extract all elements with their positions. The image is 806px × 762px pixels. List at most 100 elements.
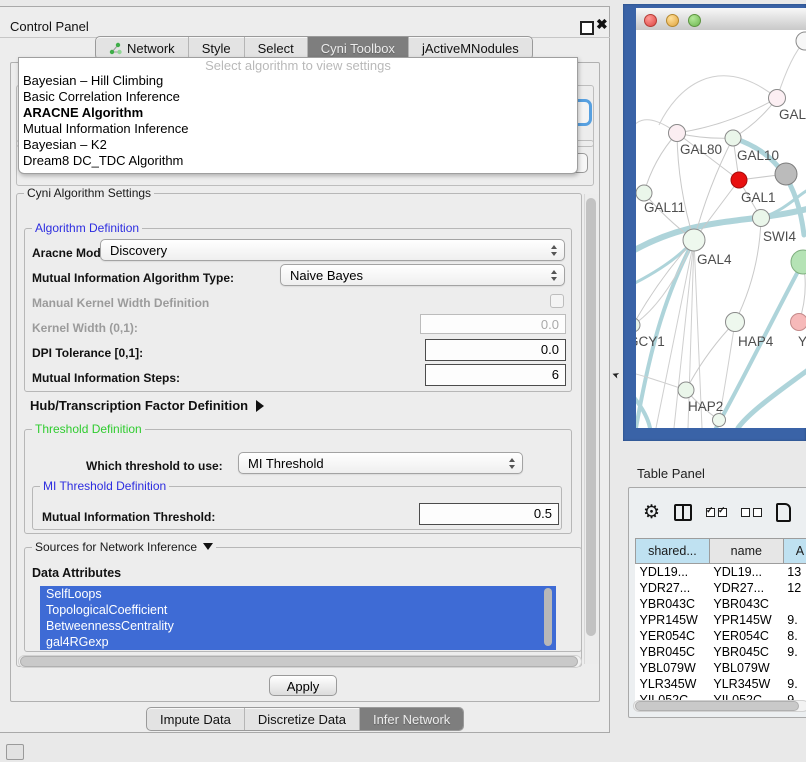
hub-definition-expander[interactable]: Hub/Transcription Factor Definition (30, 398, 264, 413)
table-cell: YDR27... (636, 580, 710, 596)
attribute-item[interactable]: SelfLoops (40, 586, 556, 602)
network-node-gal80[interactable] (669, 125, 686, 142)
table-row[interactable]: YER054CYER054C8. (636, 628, 806, 644)
dpi-tolerance-field[interactable]: 0.0 (425, 339, 566, 361)
close-panel-icon[interactable]: ✖ (596, 16, 608, 33)
mi-threshold-label: Mutual Information Threshold: (42, 510, 215, 524)
data-attributes-label: Data Attributes (32, 566, 121, 580)
attribute-item[interactable]: BetweennessCentrality (40, 618, 556, 634)
table-row[interactable]: YBR045CYBR045C9. (636, 644, 806, 660)
table-row[interactable]: YLR345WYLR345W9. (636, 676, 806, 692)
algorithm-option[interactable]: Basic Correlation Inference (19, 89, 577, 105)
table-toolbar: ⚙ (629, 488, 806, 536)
gear-icon[interactable]: ⚙ (643, 503, 660, 522)
table-cell: 12 (783, 580, 806, 596)
network-node-gal4[interactable] (683, 229, 705, 251)
attribute-item[interactable]: gal4RGexp (40, 634, 556, 650)
table-cell: YDL19... (636, 564, 710, 581)
apply-button[interactable]: Apply (269, 675, 337, 696)
network-node-gal11[interactable] (636, 185, 652, 201)
table-cell: YLR345W (709, 676, 783, 692)
float-window-icon[interactable] (580, 21, 594, 35)
combo-arrows-icon (551, 270, 564, 281)
network-node-hap4[interactable] (726, 313, 745, 332)
network-node-gal10[interactable] (725, 130, 741, 146)
network-node-gal[interactable] (769, 90, 786, 107)
node-table[interactable]: shared...nameAYDL19...YDL19...13YDR27...… (635, 538, 806, 708)
network-node-botnode[interactable] (713, 414, 726, 427)
mi-type-label: Mutual Information Algorithm Type: (32, 271, 234, 285)
tab-impute-data[interactable]: Impute Data (147, 708, 245, 730)
deselect-all-columns-icon[interactable] (741, 508, 762, 517)
close-window-icon[interactable] (644, 14, 657, 27)
mi-steps-field[interactable]: 6 (425, 364, 566, 386)
mi-steps-label: Mutual Information Steps: (32, 371, 180, 385)
algorithm-option[interactable]: Mutual Information Inference (19, 121, 577, 137)
table-row[interactable]: YBR043CYBR043C (636, 596, 806, 612)
network-canvas[interactable]: GALGAL80GAL10GAL1GAL11SWI4GAL4GCY1HAP4YH… (636, 30, 806, 428)
table-hscrollbar-thumb[interactable] (635, 701, 799, 711)
columns-icon[interactable] (674, 504, 692, 521)
collapse-arrow-icon[interactable] (203, 543, 213, 550)
table-panel: ⚙ shared...nameAYDL19...YDL19...13YDR27.… (628, 487, 806, 718)
zoom-window-icon[interactable] (688, 14, 701, 27)
kernel-width-field[interactable]: 0.0 (420, 314, 566, 334)
network-node-y[interactable] (791, 314, 806, 331)
tab-jactivemnodules[interactable]: jActiveMNodules (409, 37, 532, 59)
node-label: GAL11 (644, 200, 685, 215)
settings-scrollbar-thumb[interactable] (586, 198, 596, 636)
collapsed-panel-icon[interactable] (6, 744, 24, 760)
which-threshold-combo[interactable]: MI Threshold (238, 452, 523, 474)
table-row[interactable]: YBL079WYBL079W (636, 660, 806, 676)
mi-threshold-field[interactable]: 0.5 (419, 503, 559, 525)
network-node-topedge[interactable] (796, 32, 806, 50)
network-node-gal1[interactable] (731, 172, 747, 188)
mi-threshold-group-title: MI Threshold Definition (40, 479, 169, 493)
network-node-swi4[interactable] (753, 210, 770, 227)
network-edge[interactable] (735, 218, 761, 322)
attribute-item[interactable]: TopologicalCoefficient (40, 602, 556, 618)
manual-kernel-label: Manual Kernel Width Definition (32, 296, 209, 310)
table-cell: YDR27... (709, 580, 783, 596)
network-node-hap2[interactable] (678, 382, 694, 398)
column-header[interactable]: A (783, 539, 806, 564)
table-row[interactable]: YDL19...YDL19...13 (636, 564, 806, 581)
network-window-titlebar[interactable] (636, 8, 806, 31)
algorithm-definition-title: Algorithm Definition (32, 221, 142, 235)
network-node-grayn[interactable] (775, 163, 797, 185)
tab-select[interactable]: Select (245, 37, 308, 59)
kernel-width-label: Kernel Width (0,1): (32, 321, 138, 335)
network-edge[interactable] (644, 133, 677, 193)
algorithm-option[interactable]: Dream8 DC_TDC Algorithm (19, 153, 577, 169)
table-cell: YPR145W (636, 612, 710, 628)
tab-infer-network[interactable]: Infer Network (360, 708, 463, 730)
aracne-mode-combo[interactable]: Discovery (100, 239, 565, 261)
table-row[interactable]: YPR145WYPR145W9. (636, 612, 806, 628)
tab-style[interactable]: Style (189, 37, 245, 59)
algorithm-option[interactable]: Bayesian – K2 (19, 137, 577, 153)
select-all-columns-icon[interactable] (706, 508, 727, 517)
table-cell (783, 596, 806, 612)
settings-hscrollbar-thumb[interactable] (20, 656, 578, 667)
data-attributes-list[interactable]: SelfLoopsTopologicalCoefficientBetweenne… (40, 586, 556, 650)
tab-discretize-data[interactable]: Discretize Data (245, 708, 360, 730)
table-row[interactable]: YDR27...YDR27...12 (636, 580, 806, 596)
threshold-definition-title: Threshold Definition (32, 422, 145, 436)
tab-label: Style (202, 41, 231, 56)
manual-kernel-checkbox[interactable] (550, 294, 564, 308)
table-cell: YBL079W (636, 660, 710, 676)
minimize-window-icon[interactable] (666, 14, 679, 27)
new-table-icon[interactable] (776, 503, 791, 522)
mi-type-combo[interactable]: Naive Bayes (280, 264, 565, 286)
tab-network[interactable]: Network (96, 37, 189, 59)
column-header[interactable]: name (709, 539, 783, 564)
column-header[interactable]: shared... (636, 539, 710, 564)
algorithm-option[interactable]: Bayesian – Hill Climbing (19, 73, 577, 89)
network-node-biggreen[interactable] (791, 250, 806, 274)
aracne-mode-value: Discovery (101, 243, 167, 258)
algorithm-option[interactable]: ARACNE Algorithm (19, 105, 577, 121)
tab-cyni-toolbox[interactable]: Cyni Toolbox (308, 37, 409, 59)
attributes-scrollbar-thumb[interactable] (544, 588, 552, 646)
node-label: Y (798, 334, 806, 349)
network-edge[interactable] (686, 322, 735, 390)
